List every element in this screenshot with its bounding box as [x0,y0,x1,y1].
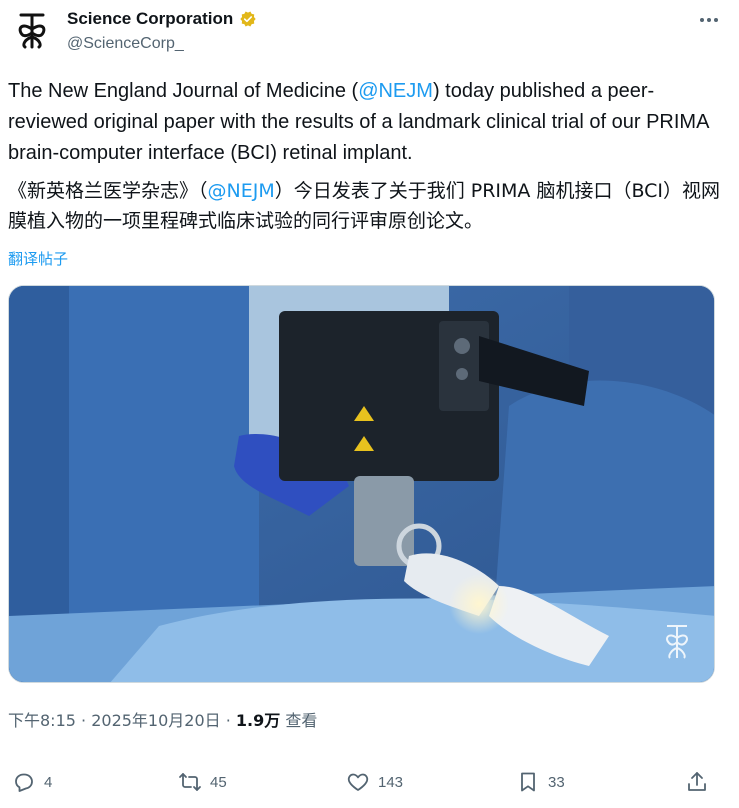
view-count: 1.9万 [235,711,281,730]
repost-count: 45 [210,773,227,791]
verified-badge-icon[interactable] [239,10,257,28]
tweet-text-en-before: The New England Journal of Medicine ( [8,80,359,102]
tweet-text-chinese: 《新英格兰医学杂志》（@NEJM）今日发表了关于我们 PRIMA 脑机接口（BC… [8,176,728,236]
share-button[interactable] [685,770,709,794]
tweet-media-image[interactable] [8,285,715,683]
reply-count: 4 [44,773,53,791]
tweet-time[interactable]: 下午8:15 [8,711,76,730]
mention-link[interactable]: @NEJM [208,180,275,202]
reply-icon [15,773,33,792]
mention-link[interactable]: @NEJM [358,80,433,102]
meta-separator: · [220,711,236,730]
view-label: 查看 [280,711,318,730]
tweet-date[interactable]: 2025年10月20日 [91,711,220,730]
more-dot [700,18,704,22]
bookmark-icon [521,772,535,792]
author-handle[interactable]: @ScienceCorp_ [67,35,184,53]
meta-separator: · [75,711,92,730]
more-options-icon[interactable] [697,12,721,28]
tweet-meta: 下午8:15 · 2025年10月20日 · 1.9万 查看 [8,707,317,731]
like-count: 143 [378,773,404,791]
reply-button[interactable]: 4 [12,770,52,794]
more-dot [714,18,718,22]
heart-icon [347,773,369,791]
tweet-text-zh-before: 《新英格兰医学杂志》（ [8,180,208,202]
author-name-line: Science Corporation [67,9,257,29]
tweet-text-english: The New England Journal of Medicine (@NE… [8,76,728,169]
science-corp-logo-icon [18,13,46,49]
author-display-name[interactable]: Science Corporation [67,9,233,29]
like-button[interactable]: 143 [346,770,403,794]
share-icon [688,772,706,791]
translate-post-link[interactable]: 翻译帖子 [8,248,68,269]
tweet-header: Science Corporation @ScienceCorp_ [0,0,739,70]
bookmark-count: 33 [548,773,565,791]
bookmark-button[interactable]: 33 [516,770,565,794]
repost-button[interactable]: 45 [178,770,227,794]
more-dot [707,18,711,22]
surgery-photo [9,286,714,682]
avatar[interactable] [9,8,55,54]
action-bar: 4 45 143 33 [0,760,739,804]
repost-icon [179,773,201,791]
